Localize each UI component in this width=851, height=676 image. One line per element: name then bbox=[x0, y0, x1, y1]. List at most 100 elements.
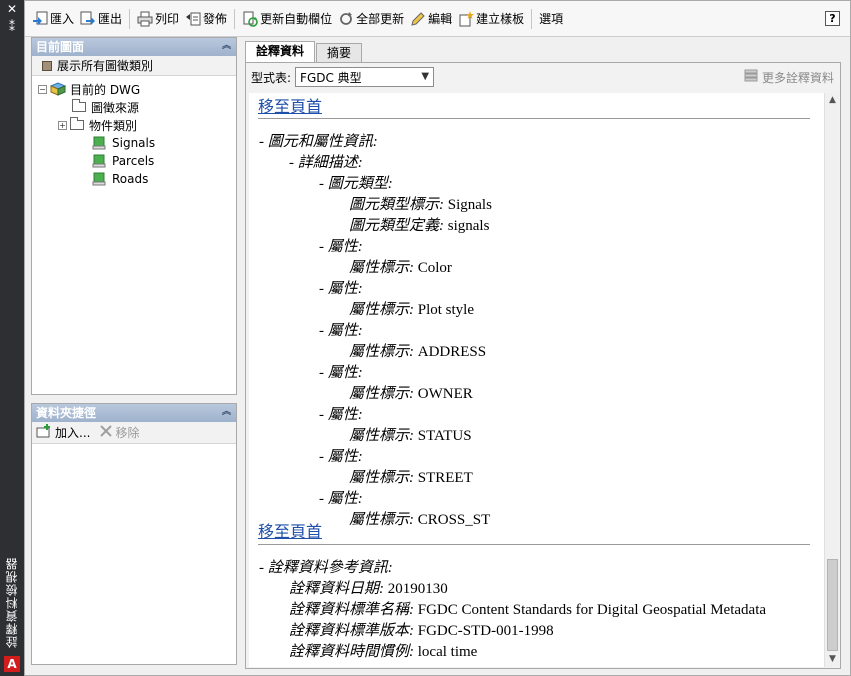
heading-text: 圖元類型: bbox=[327, 176, 393, 192]
import-label: 匯入 bbox=[50, 12, 75, 26]
field-key: 屬性標示: bbox=[349, 470, 414, 486]
field-value: 20190130 bbox=[387, 581, 448, 597]
metadata-standard-version-row: 詮釋資料標準版本: FGDC-STD-001-1998 bbox=[289, 619, 554, 640]
field-value: signals bbox=[447, 218, 490, 234]
options-label: 選項 bbox=[539, 12, 564, 26]
printer-icon bbox=[137, 11, 153, 27]
tab-metadata[interactable]: 詮釋資料 bbox=[245, 41, 316, 63]
export-icon bbox=[80, 11, 96, 27]
field-key: 屬性標示: bbox=[349, 260, 414, 276]
field-value: local time bbox=[417, 644, 478, 660]
field-value: FGDC-STD-001-1998 bbox=[417, 623, 554, 639]
tab-summary[interactable]: 摘要 bbox=[316, 43, 363, 63]
attribute-label-row: 屬性標示: Color bbox=[349, 256, 452, 277]
collapse-icon[interactable]: ︽ bbox=[221, 407, 232, 418]
refresh-document-icon bbox=[242, 11, 258, 27]
tree-node-feature-source[interactable]: 圖徵來源 bbox=[32, 98, 236, 116]
attribute-label-row: 屬性標示: STATUS bbox=[349, 424, 472, 445]
field-value: ADDRESS bbox=[417, 344, 487, 360]
style-sheet-select[interactable]: FGDC 典型 ▼ bbox=[295, 67, 435, 87]
update-auto-fields-label: 更新自動欄位 bbox=[260, 12, 333, 26]
remove-shortcut-button[interactable]: 移除 bbox=[100, 424, 139, 441]
create-template-button[interactable]: 建立樣板 bbox=[455, 8, 527, 30]
publish-label: 發佈 bbox=[203, 12, 228, 26]
current-drawing-header[interactable]: 目前圖面 ︽ bbox=[32, 38, 236, 56]
field-value: Signals bbox=[447, 197, 492, 213]
template-icon bbox=[458, 10, 475, 27]
folder-shortcuts-header[interactable]: 資料夾捷徑 ︽ bbox=[32, 404, 236, 422]
attribute-label-row: 屬性標示: ADDRESS bbox=[349, 340, 486, 361]
edit-button[interactable]: 編輯 bbox=[407, 8, 455, 30]
refresh-icon bbox=[338, 11, 354, 27]
update-all-label: 全部更新 bbox=[356, 12, 405, 26]
panel-title: 目前圖面 bbox=[36, 40, 85, 54]
palette-title-strip: ✕ ⁑ 詮釋資料檢視器 A bbox=[0, 0, 24, 676]
export-label: 匯出 bbox=[98, 12, 123, 26]
style-sheet-row: 型式表: FGDC 典型 ▼ 更多詮釋資料 bbox=[246, 63, 840, 91]
show-all-label: 展示所有圖徵類別 bbox=[57, 59, 154, 73]
field-key: 屬性標示: bbox=[349, 302, 414, 318]
vertical-scrollbar[interactable]: ▲ ▼ bbox=[824, 93, 839, 667]
toolbar-separator bbox=[234, 8, 236, 29]
help-button[interactable]: ? bbox=[825, 11, 840, 26]
add-shortcut-button[interactable]: 加入... bbox=[36, 424, 90, 441]
divider bbox=[258, 118, 810, 119]
attribute-heading: - 屬性: bbox=[319, 281, 363, 297]
edit-label: 編輯 bbox=[428, 12, 453, 26]
collapse-icon[interactable]: ︽ bbox=[221, 41, 232, 52]
scrollbar-thumb[interactable] bbox=[827, 559, 838, 651]
dwg-icon bbox=[49, 82, 67, 96]
field-value: OWNER bbox=[417, 386, 473, 402]
tree-node-layer[interactable]: Signals bbox=[32, 134, 236, 152]
tree-node-object-classes[interactable]: + 物件類別 bbox=[32, 116, 236, 134]
tree-node-layer[interactable]: Parcels bbox=[32, 152, 236, 170]
settings-icon[interactable]: ⁑ bbox=[0, 18, 24, 36]
attribute-label-row: 屬性標示: OWNER bbox=[349, 382, 473, 403]
folder-icon bbox=[72, 99, 86, 112]
field-value: FGDC Content Standards for Digital Geosp… bbox=[417, 602, 767, 618]
field-value: STREET bbox=[417, 470, 473, 486]
print-label: 列印 bbox=[155, 12, 180, 26]
heading-text: 圖元和屬性資訊: bbox=[267, 134, 378, 150]
publish-icon bbox=[185, 11, 201, 27]
attribute-heading: - 屬性: bbox=[319, 365, 363, 381]
more-metadata-button[interactable]: 更多詮釋資料 bbox=[743, 69, 834, 86]
publish-button[interactable]: 發佈 bbox=[182, 8, 230, 30]
tree-node-layer[interactable]: Roads bbox=[32, 170, 236, 188]
scroll-up-icon[interactable]: ▲ bbox=[825, 93, 840, 108]
export-button[interactable]: 匯出 bbox=[77, 8, 125, 30]
heading-text: 詳細描述: bbox=[297, 155, 363, 171]
current-drawing-panel: 目前圖面 ︽ 展示所有圖徵類別 − 目前的 DWG 圖徵來源 + 物件類別 Si… bbox=[31, 37, 237, 395]
import-button[interactable]: 匯入 bbox=[29, 8, 77, 30]
print-button[interactable]: 列印 bbox=[134, 8, 182, 30]
heading-text: 屬性: bbox=[327, 281, 363, 297]
expand-tree-icon[interactable]: + bbox=[58, 120, 67, 130]
heading-text: 屬性: bbox=[327, 239, 363, 255]
entity-section-heading: - 圖元和屬性資訊: bbox=[259, 134, 378, 150]
layer-icon bbox=[92, 154, 106, 168]
entity-type-definition-row: 圖元類型定義: signals bbox=[349, 214, 489, 235]
go-to-top-link[interactable]: 移至頁首 bbox=[258, 518, 322, 542]
close-icon[interactable]: ✕ bbox=[0, 0, 24, 18]
tree-node-current-dwg[interactable]: − 目前的 DWG bbox=[32, 80, 236, 98]
collapse-tree-icon[interactable]: − bbox=[38, 84, 47, 94]
attribute-heading: - 屬性: bbox=[319, 491, 363, 507]
attribute-heading: - 屬性: bbox=[319, 323, 363, 339]
attribute-heading: - 屬性: bbox=[319, 407, 363, 423]
detailed-description-heading: - 詳細描述: bbox=[289, 155, 363, 171]
field-key: 詮釋資料日期: bbox=[289, 581, 384, 597]
update-auto-fields-button[interactable]: 更新自動欄位 bbox=[239, 8, 335, 30]
options-button[interactable]: 選項 bbox=[536, 8, 566, 30]
field-value: STATUS bbox=[417, 428, 472, 444]
toolbar-separator bbox=[129, 8, 131, 29]
tree-node-label: Parcels bbox=[112, 154, 155, 168]
go-to-top-link[interactable]: 移至頁首 bbox=[258, 93, 322, 117]
field-value: CROSS_ST bbox=[417, 512, 491, 528]
style-sheet-value: FGDC 典型 bbox=[300, 70, 362, 85]
scroll-down-icon[interactable]: ▼ bbox=[825, 652, 840, 667]
tree-node-label: Signals bbox=[112, 136, 156, 150]
remove-icon bbox=[100, 425, 113, 440]
update-all-button[interactable]: 全部更新 bbox=[335, 8, 407, 30]
show-all-feature-classes[interactable]: 展示所有圖徵類別 bbox=[32, 56, 236, 76]
layer-icon bbox=[92, 172, 106, 186]
